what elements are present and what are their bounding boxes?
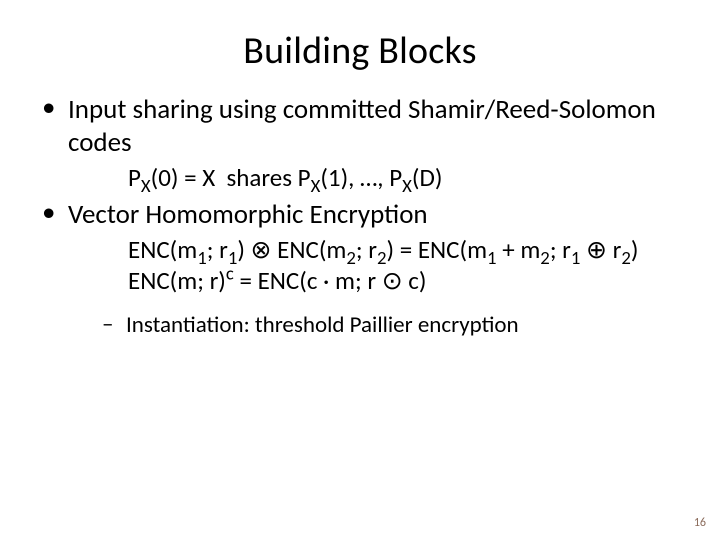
slide-title: Building Blocks xyxy=(0,0,720,84)
bullet-item-1-sub: PX(0) = X shares PX(1), …, PX(D) xyxy=(68,162,696,193)
bullet-item-2-text: Vector Homomorphic Encryption xyxy=(68,198,428,231)
enc-line-1: ENC(m1; r1) ⊗ ENC(m2; r2) = ENC(m1 + m2;… xyxy=(128,234,696,265)
slide-body: Input sharing using committed Shamir/Ree… xyxy=(0,84,720,339)
bullet-list: Input sharing using committed Shamir/Ree… xyxy=(24,94,696,339)
bullet-item-2-sub: ENC(m1; r1) ⊗ ENC(m2; r2) = ENC(m1 + m2;… xyxy=(68,234,696,297)
sub-bullet-list: Instantiation: threshold Paillier encryp… xyxy=(68,311,696,340)
slide: Building Blocks Input sharing using comm… xyxy=(0,0,720,540)
enc-line-2: ENC(m; r)c = ENC(c · m; r ⊙ c) xyxy=(128,265,696,296)
bullet-item-2: Vector Homomorphic Encryption ENC(m1; r1… xyxy=(50,199,696,339)
page-number: 16 xyxy=(694,516,706,530)
bullet-item-1-text: Input sharing using committed Shamir/Ree… xyxy=(68,93,656,159)
sub-bullet-item: Instantiation: threshold Paillier encryp… xyxy=(108,311,696,340)
bullet-item-1: Input sharing using committed Shamir/Ree… xyxy=(50,94,696,193)
